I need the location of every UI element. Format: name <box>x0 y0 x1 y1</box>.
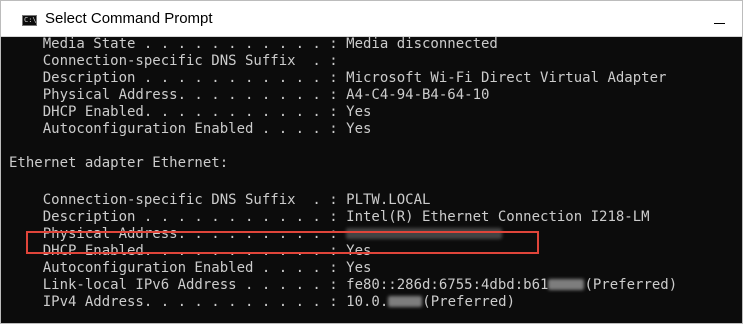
cmd-icon: C:\ <box>22 15 37 26</box>
command-prompt-window: C:\ Select Command Prompt Media State . … <box>0 0 743 324</box>
console-line-ipv4-value: IPv4 Address. . . . . . . . . . . : 10.0… <box>9 294 389 310</box>
redacted-ipv6-suffix <box>548 279 585 290</box>
console-line-link-local-ipv6-suffix: (Preferred) <box>584 277 678 293</box>
console-line-physical-address: Physical Address. . . . . . . . . : A4-C… <box>9 87 490 103</box>
console-line-link-local-ipv6: Link-local IPv6 Address . . . . . : fe80… <box>9 277 677 294</box>
console-line-ethernet-autoconfiguration: Autoconfiguration Enabled . . . . : Yes <box>9 260 372 276</box>
console-line-dns-suffix: Connection-specific DNS Suffix . : <box>9 53 338 69</box>
console-line-ethernet-description: Description . . . . . . . . . . . : Inte… <box>9 209 650 225</box>
window-title: Select Command Prompt <box>45 10 213 27</box>
console-line-ethernet-dns-suffix: Connection-specific DNS Suffix . : PLTW.… <box>9 192 431 208</box>
console-line-ethernet-dhcp-enabled: DHCP Enabled. . . . . . . . . . . : Yes <box>9 243 372 259</box>
console-line-ethernet-heading: Ethernet adapter Ethernet: <box>9 155 229 171</box>
title-bar[interactable]: C:\ Select Command Prompt <box>1 1 742 37</box>
console-line-ipv4-address: IPv4 Address. . . . . . . . . . . : 10.0… <box>9 294 515 311</box>
console-line-dhcp-enabled: DHCP Enabled. . . . . . . . . . . : Yes <box>9 104 372 120</box>
console-line-link-local-ipv6-value: Link-local IPv6 Address . . . . . : fe80… <box>9 277 549 293</box>
redacted-ipv4-octets <box>388 296 423 307</box>
minimize-icon <box>714 23 725 24</box>
console-line-ipv4-suffix: (Preferred) <box>422 294 516 310</box>
console-line-media-state: Media State . . . . . . . . . . . : Medi… <box>9 37 498 52</box>
console-output[interactable]: Media State . . . . . . . . . . . : Medi… <box>1 37 742 323</box>
redacted-mac-address <box>346 228 503 239</box>
minimize-button[interactable] <box>700 1 742 36</box>
console-line-ethernet-physical-address-label: Physical Address. . . . . . . . . : <box>9 226 347 242</box>
console-line-ethernet-physical-address: Physical Address. . . . . . . . . : <box>9 226 503 243</box>
console-line-autoconfiguration: Autoconfiguration Enabled . . . . : Yes <box>9 121 372 137</box>
console-line-description: Description . . . . . . . . . . . : Micr… <box>9 70 667 86</box>
